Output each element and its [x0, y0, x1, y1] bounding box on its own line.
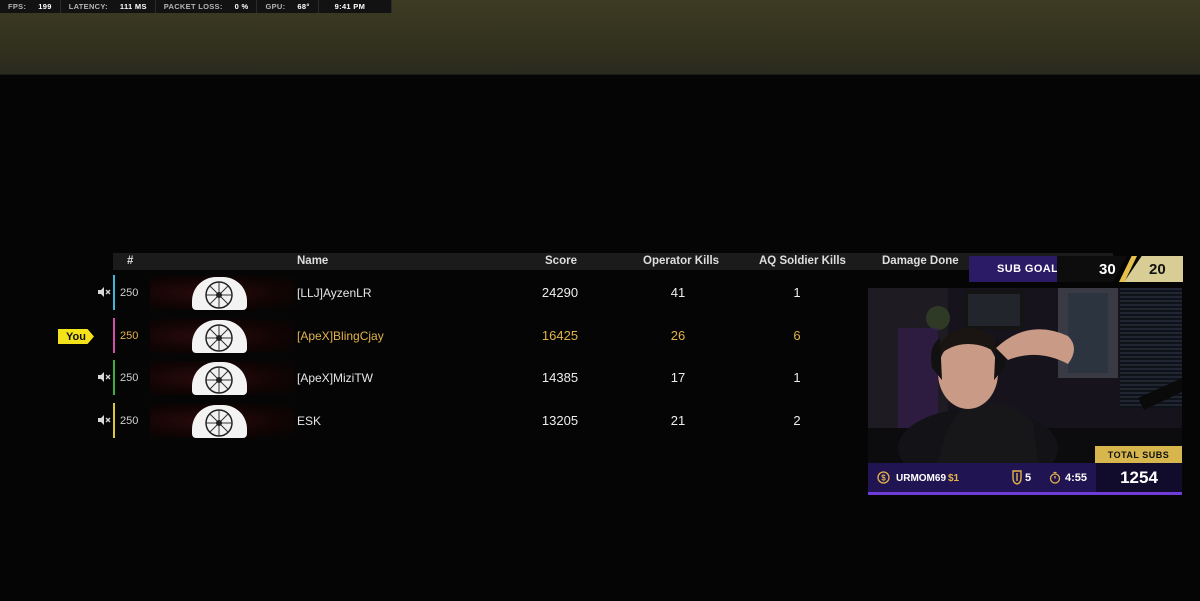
emblem-icon	[205, 366, 233, 394]
fps-value: 199	[38, 2, 52, 11]
sub-goal-target: 20	[1149, 261, 1166, 278]
player-level: 250	[120, 415, 139, 427]
player-operator-kills: 21	[670, 413, 686, 428]
latency-stat: LATENCY: 111 MS	[61, 0, 156, 13]
packet-loss-value: 0 %	[234, 2, 249, 11]
player-name[interactable]: ESK	[297, 414, 321, 428]
player-score: 16425	[541, 328, 579, 343]
player-emblem	[150, 404, 295, 438]
player-level: 250	[120, 372, 139, 384]
damage-done-column-header[interactable]: Damage Done	[882, 255, 959, 267]
name-column-header[interactable]: Name	[297, 255, 328, 267]
emblem-icon	[205, 324, 233, 352]
gpu-value: 68°	[297, 2, 310, 11]
fps-stat: FPS: 199	[0, 0, 61, 13]
clock-time: 9:41 PM	[319, 0, 393, 13]
gpu-stat: GPU: 68°	[257, 0, 319, 13]
scoreboard-row[interactable]: 250 [ApeX]MiziTW 14385 17 1	[0, 358, 960, 398]
muted-speaker-icon[interactable]	[97, 371, 111, 383]
gpu-label: GPU:	[265, 2, 286, 11]
fps-label: FPS:	[8, 2, 27, 11]
total-subs-count: 1254	[1096, 463, 1182, 492]
player-name[interactable]: [ApeX]MiziTW	[297, 371, 373, 385]
sub-goal-current: 30	[1099, 261, 1116, 278]
packet-loss-stat: PACKET LOSS: 0 %	[156, 0, 258, 13]
dollar-coin-icon: $	[877, 471, 890, 484]
player-level: 250	[120, 287, 139, 299]
aq-soldier-kills-column-header[interactable]: AQ Soldier Kills	[759, 255, 846, 267]
emblem-icon	[205, 281, 233, 309]
latest-subscriber-name: URMOM69	[896, 473, 947, 484]
muted-speaker-icon[interactable]	[97, 414, 111, 426]
webcam-feed	[868, 288, 1182, 463]
score-column-header[interactable]: Score	[545, 255, 577, 267]
scoreboard-row-self[interactable]: You 250 [ApeX]BlingCjay 16425 26 6	[0, 316, 960, 356]
you-badge: You	[58, 329, 94, 344]
svg-text:$: $	[881, 474, 886, 483]
player-score: 13205	[541, 413, 579, 428]
sub-goal-current-box: 30	[1057, 256, 1127, 282]
muted-speaker-icon[interactable]	[97, 286, 111, 298]
player-name[interactable]: [LLJ]AyzenLR	[297, 286, 372, 300]
scoreboard-row[interactable]: 250 ESK 13205 21 2	[0, 401, 960, 441]
player-color-bar	[113, 275, 115, 310]
stopwatch-icon	[1049, 471, 1061, 484]
latest-sub-panel: $ URMOM69 $1 5 4:55	[868, 463, 1096, 492]
player-score: 24290	[541, 285, 579, 300]
latest-subscriber-amount: $1	[948, 473, 960, 484]
player-aq-kills: 1	[793, 370, 801, 385]
player-color-bar	[113, 360, 115, 395]
rank-column-header[interactable]: #	[127, 255, 133, 267]
sub-timer: 4:55	[1065, 472, 1088, 484]
emblem-icon	[205, 409, 233, 437]
player-color-bar	[113, 318, 115, 353]
player-operator-kills: 41	[670, 285, 686, 300]
latency-label: LATENCY:	[68, 2, 108, 11]
operator-kills-column-header[interactable]: Operator Kills	[643, 255, 719, 267]
sub-ticker: $ URMOM69 $1 5 4:55 1254	[868, 463, 1182, 495]
total-subs-label: TOTAL SUBS	[1095, 446, 1182, 463]
webcam-image	[868, 288, 1182, 463]
player-name[interactable]: [ApeX]BlingCjay	[297, 329, 384, 343]
gift-badge-icon	[1012, 470, 1022, 485]
sub-goal-widget: SUB GOAL 30 20	[969, 256, 1183, 282]
player-emblem	[150, 361, 295, 395]
player-aq-kills: 6	[793, 328, 801, 343]
player-aq-kills: 1	[793, 285, 801, 300]
player-emblem	[150, 319, 295, 353]
player-emblem	[150, 276, 295, 310]
player-score: 14385	[541, 370, 579, 385]
scoreboard-header: # Name Score Operator Kills AQ Soldier K…	[113, 253, 1113, 270]
packet-loss-label: PACKET LOSS:	[163, 2, 223, 11]
gift-count: 5	[1025, 472, 1032, 484]
player-color-bar	[113, 403, 115, 438]
player-level: 250	[120, 330, 139, 342]
performance-stats-bar: FPS: 199 LATENCY: 111 MS PACKET LOSS: 0 …	[0, 0, 393, 13]
latency-value: 111 MS	[119, 2, 147, 11]
player-aq-kills: 2	[793, 413, 801, 428]
scoreboard-row[interactable]: 250 [LLJ]AyzenLR 24290 41 1	[0, 273, 960, 313]
player-operator-kills: 26	[670, 328, 686, 343]
player-operator-kills: 17	[670, 370, 686, 385]
